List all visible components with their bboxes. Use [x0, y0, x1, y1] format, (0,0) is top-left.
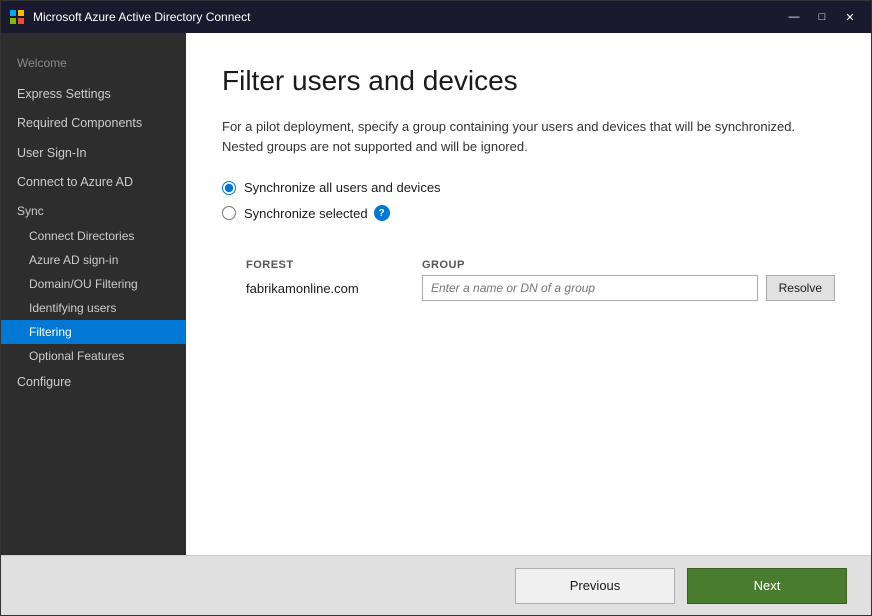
sidebar: Welcome Express Settings Required Compon… [1, 33, 186, 555]
sidebar-group-sync: Sync [1, 198, 186, 224]
previous-button[interactable]: Previous [515, 568, 675, 604]
forest-name: fabrikamonline.com [246, 281, 406, 296]
sidebar-item-express-settings[interactable]: Express Settings [1, 80, 186, 110]
sidebar-item-connect-azure-ad[interactable]: Connect to Azure AD [1, 168, 186, 198]
page-description: For a pilot deployment, specify a group … [222, 117, 802, 156]
filter-table: FOREST GROUP fabrikamonline.com Resolve [246, 259, 835, 301]
sync-options: Synchronize all users and devices Synchr… [222, 180, 835, 231]
filter-table-row: fabrikamonline.com Resolve [246, 275, 835, 301]
resolve-button[interactable]: Resolve [766, 275, 835, 301]
sidebar-item-required-components[interactable]: Required Components [1, 109, 186, 139]
footer: Previous Next [1, 555, 871, 615]
filter-table-header: FOREST GROUP [246, 259, 835, 271]
radio-all-option[interactable]: Synchronize all users and devices [222, 180, 835, 195]
main-content: Welcome Express Settings Required Compon… [1, 33, 871, 555]
next-button[interactable]: Next [687, 568, 847, 604]
sidebar-item-welcome: Welcome [1, 49, 186, 78]
help-icon[interactable]: ? [374, 205, 390, 221]
sidebar-item-configure[interactable]: Configure [1, 368, 186, 398]
group-input-wrapper: Resolve [422, 275, 835, 301]
col-forest-header: FOREST [246, 259, 406, 271]
radio-selected-input[interactable] [222, 206, 236, 220]
window-title: Microsoft Azure Active Directory Connect [33, 10, 781, 24]
col-group-header: GROUP [422, 259, 835, 271]
radio-all-label: Synchronize all users and devices [244, 180, 441, 195]
sidebar-item-connect-directories[interactable]: Connect Directories [1, 224, 186, 248]
close-button[interactable]: ✕ [837, 7, 863, 27]
app-window: Microsoft Azure Active Directory Connect… [0, 0, 872, 616]
window-controls: — □ ✕ [781, 7, 863, 27]
page-title: Filter users and devices [222, 65, 835, 97]
sidebar-item-filtering[interactable]: Filtering [1, 320, 186, 344]
radio-all-input[interactable] [222, 181, 236, 195]
sidebar-item-user-sign-in[interactable]: User Sign-In [1, 139, 186, 169]
minimize-button[interactable]: — [781, 7, 807, 27]
titlebar: Microsoft Azure Active Directory Connect… [1, 1, 871, 33]
sidebar-item-azure-ad-sign-in[interactable]: Azure AD sign-in [1, 248, 186, 272]
maximize-button[interactable]: □ [809, 7, 835, 27]
radio-selected-option[interactable]: Synchronize selected ? [222, 205, 835, 221]
sidebar-item-optional-features[interactable]: Optional Features [1, 344, 186, 368]
radio-selected-label: Synchronize selected [244, 206, 368, 221]
app-icon [9, 9, 25, 25]
content-area: Filter users and devices For a pilot dep… [186, 33, 871, 555]
group-input[interactable] [422, 275, 758, 301]
sidebar-item-identifying-users[interactable]: Identifying users [1, 296, 186, 320]
sidebar-item-domain-ou-filtering[interactable]: Domain/OU Filtering [1, 272, 186, 296]
